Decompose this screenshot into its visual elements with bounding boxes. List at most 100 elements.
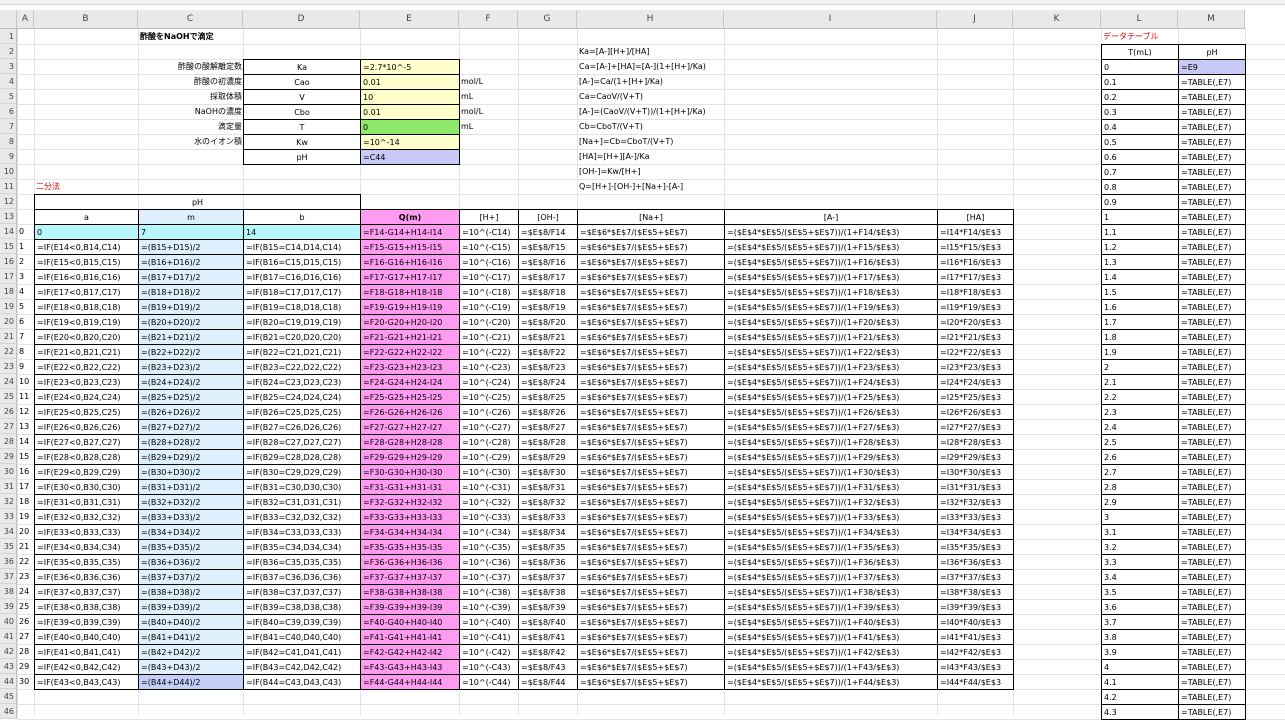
data-table-t-value[interactable]: 4.2 [1101, 689, 1179, 705]
data-table-t-value[interactable]: 2.9 [1101, 494, 1179, 510]
cell-m[interactable]: =(B35+D35)/2 [138, 539, 244, 555]
cell-h-plus[interactable]: =10^(-C43) [459, 659, 519, 675]
cell-b[interactable]: 14 [243, 224, 361, 240]
cell-na-plus[interactable]: =$E$6*$E$7/($E$5+$E$7) [577, 674, 725, 690]
cell-a[interactable]: =IF(E15<0,B15,C15) [34, 254, 139, 270]
cell-oh-minus[interactable]: =$E$8/F14 [518, 224, 578, 240]
param-symbol[interactable]: Cao [243, 74, 361, 90]
column-header-l[interactable]: L [1101, 10, 1178, 29]
data-table-ph-value[interactable]: =TABLE(,E7) [1178, 419, 1246, 435]
cell-ha[interactable]: =I42*F42/$E$3 [937, 644, 1014, 660]
spreadsheet[interactable]: A B C D E F G H I J K L M 1 2 3 4 5 6 7 8 9 10 11 12 13 14 15 16 17 18… [0, 0, 1285, 720]
iteration-index[interactable]: 25 [17, 599, 35, 615]
cell-oh-minus[interactable]: =$E$8/F21 [518, 329, 578, 345]
data-table-t-value[interactable]: 3.1 [1101, 524, 1179, 540]
data-table-ph-value[interactable]: =TABLE(,E7) [1178, 509, 1246, 525]
cell-oh-minus[interactable]: =$E$8/F19 [518, 299, 578, 315]
cell-m[interactable]: =(B33+D33)/2 [138, 509, 244, 525]
cell-b[interactable]: =IF(B44=C43,D43,C43) [243, 674, 361, 690]
row-header-26[interactable]: 26 [0, 404, 17, 419]
cell-na-plus[interactable]: =$E$6*$E$7/($E$5+$E$7) [577, 404, 725, 420]
data-table-ph-value[interactable]: =TABLE(,E7) [1178, 269, 1246, 285]
equation-text[interactable]: [Na+]=Cb=CboT/(V+T) [577, 134, 938, 150]
cell-b[interactable]: =IF(B32=C31,D31,C31) [243, 494, 361, 510]
data-table-t-value[interactable]: 3.7 [1101, 614, 1179, 630]
data-table-t-value[interactable]: 1.4 [1101, 269, 1179, 285]
equation-text[interactable]: [A-]=(CaoV/(V+T))/(1+[H+]/Ka) [577, 104, 938, 120]
cell-ha[interactable]: =I29*F29/$E$3 [937, 449, 1014, 465]
data-table-ph-value[interactable]: =TABLE(,E7) [1178, 104, 1246, 120]
cell-b[interactable]: =IF(B18=C17,D17,C17) [243, 284, 361, 300]
data-table-ph-value[interactable]: =TABLE(,E7) [1178, 299, 1246, 315]
iteration-index[interactable]: 24 [17, 584, 35, 600]
cell-oh-minus[interactable]: =$E$8/F30 [518, 464, 578, 480]
data-table-t-value[interactable]: 1.9 [1101, 344, 1179, 360]
cell-a[interactable]: =IF(E20<0,B20,C20) [34, 329, 139, 345]
param-value[interactable]: 0 [360, 119, 460, 135]
equation-text[interactable]: [HA]=[H+][A-]/Ka [577, 149, 938, 165]
cell-q[interactable]: =F24-G24+H24-I24 [360, 374, 460, 390]
cell-ha[interactable]: =I21*F21/$E$3 [937, 329, 1014, 345]
cell-a[interactable]: =IF(E42<0,B42,C42) [34, 659, 139, 675]
cell-a-minus[interactable]: =($E$4*$E$5/($E$5+$E$7))/(1+F17/$E$3) [724, 269, 938, 285]
cell-q[interactable]: =F21-G21+H21-I21 [360, 329, 460, 345]
cell-m[interactable]: =(B30+D30)/2 [138, 464, 244, 480]
row-header-27[interactable]: 27 [0, 419, 17, 434]
cell-a-minus[interactable]: =($E$4*$E$5/($E$5+$E$7))/(1+F21/$E$3) [724, 329, 938, 345]
cell-a[interactable]: =IF(E14<0,B14,C14) [34, 239, 139, 255]
cell-a-minus[interactable]: =($E$4*$E$5/($E$5+$E$7))/(1+F30/$E$3) [724, 464, 938, 480]
cell-oh-minus[interactable]: =$E$8/F42 [518, 644, 578, 660]
row-header-19[interactable]: 19 [0, 299, 17, 314]
data-table-t-value[interactable]: 2.2 [1101, 389, 1179, 405]
cell-a[interactable]: =IF(E26<0,B26,C26) [34, 419, 139, 435]
data-table-ph-value[interactable]: =TABLE(,E7) [1178, 674, 1246, 690]
iteration-index[interactable]: 30 [17, 674, 35, 690]
cell-m[interactable]: =(B44+D44)/2 [138, 674, 244, 690]
iteration-index[interactable]: 20 [17, 524, 35, 540]
iteration-index[interactable]: 17 [17, 479, 35, 495]
row-header-30[interactable]: 30 [0, 464, 17, 479]
cell-a-minus[interactable]: =($E$4*$E$5/($E$5+$E$7))/(1+F14/$E$3) [724, 224, 938, 240]
cell-h-plus[interactable]: =10^(-C14) [459, 224, 519, 240]
cell-a-minus[interactable]: =($E$4*$E$5/($E$5+$E$7))/(1+F37/$E$3) [724, 569, 938, 585]
cell-na-plus[interactable]: =$E$6*$E$7/($E$5+$E$7) [577, 254, 725, 270]
data-table-ph-value[interactable]: =TABLE(,E7) [1178, 164, 1246, 180]
cell-m[interactable]: =(B40+D40)/2 [138, 614, 244, 630]
cell-ha[interactable]: =I18*F18/$E$3 [937, 284, 1014, 300]
iteration-index[interactable]: 5 [17, 299, 35, 315]
cell-na-plus[interactable]: =$E$6*$E$7/($E$5+$E$7) [577, 644, 725, 660]
cell-ha[interactable]: =I28*F28/$E$3 [937, 434, 1014, 450]
cell-m[interactable]: =(B43+D43)/2 [138, 659, 244, 675]
cell-m[interactable]: =(B19+D19)/2 [138, 299, 244, 315]
data-table-ph-value[interactable]: =TABLE(,E7) [1178, 179, 1246, 195]
iteration-index[interactable]: 7 [17, 329, 35, 345]
param-symbol[interactable]: V [243, 89, 361, 105]
table-header-1[interactable]: m [138, 209, 244, 225]
cell-m[interactable]: =(B25+D25)/2 [138, 389, 244, 405]
data-table-ph-value[interactable]: =TABLE(,E7) [1178, 224, 1246, 240]
cell-ha[interactable]: =I38*F38/$E$3 [937, 584, 1014, 600]
cell-q[interactable]: =F38-G38+H38-I38 [360, 584, 460, 600]
iteration-index[interactable]: 11 [17, 389, 35, 405]
data-table-t-value[interactable]: 2 [1101, 359, 1179, 375]
cell-h-plus[interactable]: =10^(-C30) [459, 464, 519, 480]
cell-a-minus[interactable]: =($E$4*$E$5/($E$5+$E$7))/(1+F19/$E$3) [724, 299, 938, 315]
data-table-ph-value[interactable]: =E9 [1178, 59, 1246, 75]
cell-na-plus[interactable]: =$E$6*$E$7/($E$5+$E$7) [577, 524, 725, 540]
cell-oh-minus[interactable]: =$E$8/F25 [518, 389, 578, 405]
data-table-t-value[interactable]: 0.9 [1101, 194, 1179, 210]
cell-ha[interactable]: =I25*F25/$E$3 [937, 389, 1014, 405]
cell-q[interactable]: =F23-G23+H23-I23 [360, 359, 460, 375]
cell-q[interactable]: =F22-G22+H22-I22 [360, 344, 460, 360]
param-symbol[interactable]: Cbo [243, 104, 361, 120]
cell-q[interactable]: =F32-G32+H32-I32 [360, 494, 460, 510]
iteration-index[interactable]: 29 [17, 659, 35, 675]
cell-m[interactable]: =(B41+D41)/2 [138, 629, 244, 645]
cell-oh-minus[interactable]: =$E$8/F35 [518, 539, 578, 555]
data-table-ph-value[interactable]: =TABLE(,E7) [1178, 599, 1246, 615]
data-table-t-value[interactable]: 0 [1101, 59, 1179, 75]
cell-q[interactable]: =F31-G31+H31-I31 [360, 479, 460, 495]
cell-na-plus[interactable]: =$E$6*$E$7/($E$5+$E$7) [577, 374, 725, 390]
iteration-index[interactable]: 14 [17, 434, 35, 450]
data-table-t-value[interactable]: 0.4 [1101, 119, 1179, 135]
